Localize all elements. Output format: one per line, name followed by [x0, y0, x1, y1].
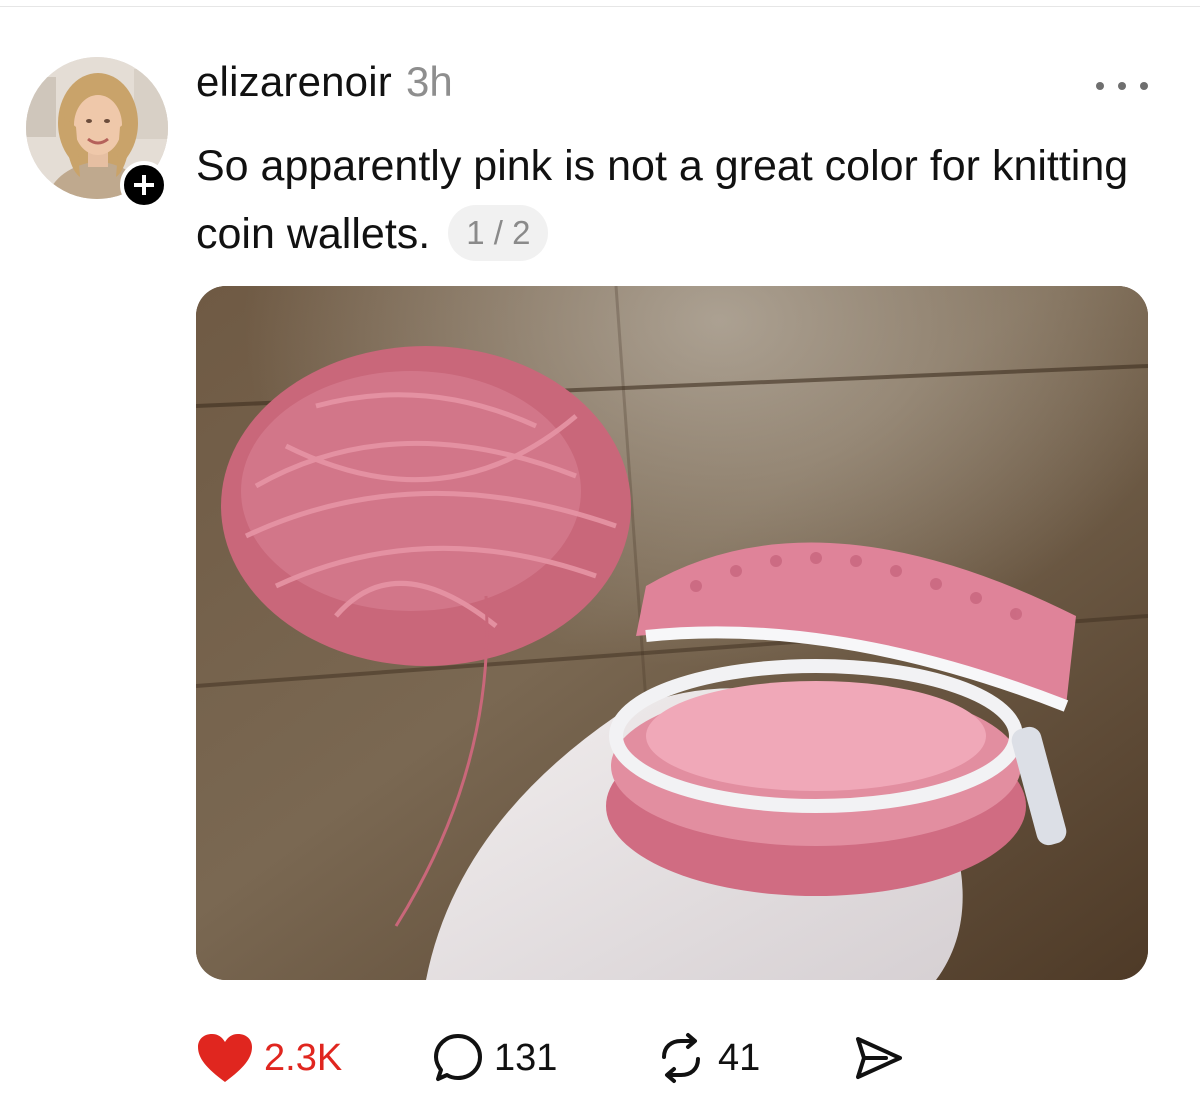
speech-bubble-icon: [434, 1034, 482, 1081]
post-caption: So apparently pink is not a great color …: [196, 132, 1176, 268]
repost-arrows-icon: [662, 1033, 700, 1083]
more-options-button[interactable]: [1096, 74, 1148, 98]
plus-icon: [134, 175, 154, 195]
reply-count: 131: [494, 1036, 558, 1079]
repost-button[interactable]: 41: [654, 1028, 760, 1088]
page-indicator: 1 / 2: [448, 204, 549, 261]
send-icon: [856, 1037, 902, 1079]
timestamp: 3h: [405, 58, 453, 105]
like-button[interactable]: 2.3K: [196, 1028, 342, 1088]
repost-count: 41: [718, 1036, 761, 1079]
reply-button[interactable]: 131: [432, 1028, 557, 1088]
share-button[interactable]: [852, 1028, 906, 1088]
avatar-container: [26, 57, 168, 209]
action-bar: 2.3K 131 41: [196, 1028, 916, 1088]
username[interactable]: elizarenoir: [196, 58, 392, 106]
post-image[interactable]: [196, 286, 1148, 980]
more-dots-icon: [1096, 82, 1104, 90]
caption-text: So apparently pink is not a great color …: [196, 142, 1129, 258]
heart-icon: [198, 1034, 252, 1082]
follow-button[interactable]: [120, 161, 168, 209]
like-count: 2.3K: [264, 1036, 343, 1079]
post-header: elizarenoir 3h: [196, 58, 453, 112]
knitted-coin-wallet-photo: [196, 286, 1148, 980]
top-divider: [0, 6, 1200, 7]
